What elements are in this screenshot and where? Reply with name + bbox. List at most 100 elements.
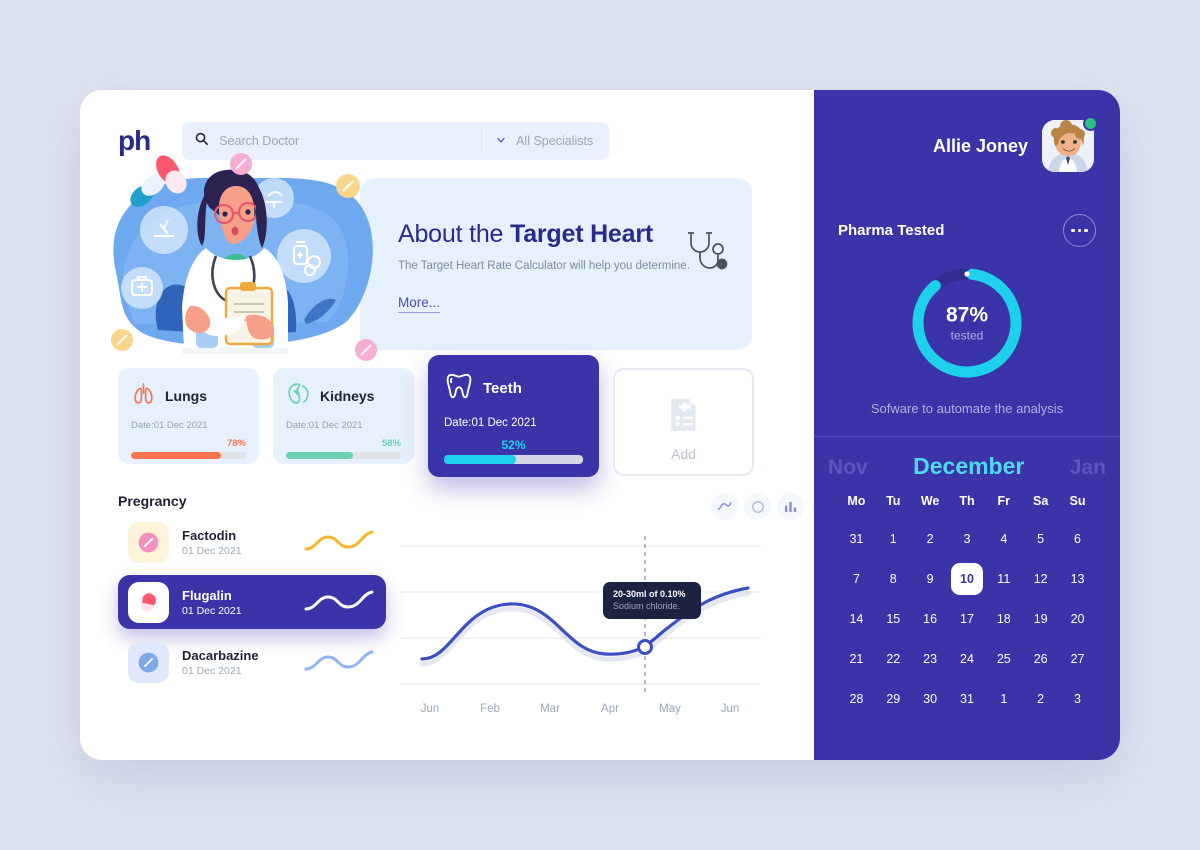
search-input[interactable] xyxy=(219,134,470,148)
calendar-day[interactable]: 2 xyxy=(1022,679,1059,719)
prescription-document-icon xyxy=(668,396,700,437)
calendar-day[interactable]: 7 xyxy=(838,559,875,599)
tooth-icon xyxy=(444,371,474,406)
calendar-day[interactable]: 24 xyxy=(949,639,986,679)
organ-progress-bar xyxy=(444,455,583,464)
ellipsis-icon[interactable] xyxy=(1063,214,1096,247)
calendar-day[interactable]: 27 xyxy=(1059,639,1096,679)
specialists-filter-label: All Specialists xyxy=(516,134,594,148)
stethoscope-icon xyxy=(688,232,728,270)
calendar-day[interactable]: 19 xyxy=(1022,599,1059,639)
doctor-illustration xyxy=(111,153,377,361)
organ-card-kidneys[interactable]: Kidneys Date:01 Dec 2021 58% xyxy=(273,368,414,464)
lungs-icon xyxy=(131,381,156,411)
calendar-day[interactable]: 2 xyxy=(912,519,949,559)
add-record-label: Add xyxy=(671,445,696,462)
organ-date: Date:01 Dec 2021 xyxy=(131,420,208,431)
calendar-day[interactable]: 26 xyxy=(1022,639,1059,679)
bar-chart-toggle[interactable] xyxy=(777,493,804,520)
medication-name: Factodin xyxy=(182,527,237,543)
list-item[interactable]: Dacarbazine 01 Dec 2021 xyxy=(118,635,386,689)
organ-name: Kidneys xyxy=(320,388,375,404)
calendar-day[interactable]: 22 xyxy=(875,639,912,679)
medication-name: Dacarbazine xyxy=(182,647,259,663)
calendar-day[interactable]: 8 xyxy=(875,559,912,599)
chevron-down-icon xyxy=(495,134,507,149)
calendar-day[interactable]: 18 xyxy=(985,599,1022,639)
calendar-day[interactable]: 4 xyxy=(985,519,1022,559)
donut-sublabel: tested xyxy=(950,328,984,343)
chart-section: 20-30ml of 0.10% Sodium chloride. Jun Fe… xyxy=(386,493,814,715)
hero-more-link[interactable]: More... xyxy=(398,295,441,313)
calendar-day[interactable]: 20 xyxy=(1059,599,1096,639)
calendar-day[interactable]: 11 xyxy=(985,559,1022,599)
side-panel: Allie Joney Pharma Tested 87% tested Sof… xyxy=(814,90,1120,760)
weekday-label: We xyxy=(920,494,940,508)
calendar-day[interactable]: 3 xyxy=(1059,679,1096,719)
chart-tooltip: 20-30ml of 0.10% Sodium chloride. xyxy=(603,582,701,619)
line-chart[interactable]: 20-30ml of 0.10% Sodium chloride. Jun Fe… xyxy=(400,528,760,715)
sparkline xyxy=(304,530,374,551)
calendar-day[interactable]: 15 xyxy=(875,599,912,639)
bottom-region: Pregrancy Factodin 01 Dec 2021 Flugalin … xyxy=(80,477,814,715)
x-tick-label: Feb xyxy=(480,703,500,715)
medication-date: 01 Dec 2021 xyxy=(182,544,242,557)
weekday-label: Mo xyxy=(847,494,866,508)
calendar-day[interactable]: 30 xyxy=(912,679,949,719)
calendar-week-row: 7 8 9 10 11 12 13 xyxy=(838,559,1096,599)
calendar-day[interactable]: 6 xyxy=(1059,519,1096,559)
organ-date: Date:01 Dec 2021 xyxy=(286,420,363,431)
calendar-grid: Mo Tu We Th Fr Sa Su 31 1 2 3 4 5 6 7 8 … xyxy=(838,494,1096,719)
list-item[interactable]: Flugalin 01 Dec 2021 xyxy=(118,575,386,629)
chart-toggle-group xyxy=(400,493,814,520)
donut-chart: 87% tested xyxy=(814,263,1120,383)
calendar-day[interactable]: 31 xyxy=(838,519,875,559)
organ-name: Lungs xyxy=(165,388,207,404)
panel-caption: Sofware to automate the analysis xyxy=(870,401,1064,416)
calendar-day-selected[interactable]: 10 xyxy=(949,559,986,599)
list-item[interactable]: Factodin 01 Dec 2021 xyxy=(118,515,386,569)
organ-card-teeth[interactable]: Teeth Date:01 Dec 2021 52% xyxy=(428,355,599,477)
donut-chart-toggle[interactable] xyxy=(744,493,771,520)
line-chart-toggle[interactable] xyxy=(711,493,738,520)
calendar-day[interactable]: 29 xyxy=(875,679,912,719)
kidneys-icon xyxy=(286,381,311,411)
calendar-day[interactable]: 5 xyxy=(1022,519,1059,559)
weekday-label: Fr xyxy=(997,494,1011,508)
add-record-card[interactable]: Add xyxy=(613,368,754,476)
calendar-day[interactable]: 28 xyxy=(838,679,875,719)
avatar[interactable] xyxy=(1042,116,1098,172)
sparkline xyxy=(304,650,374,671)
calendar-day[interactable]: 14 xyxy=(838,599,875,639)
x-tick-label: May xyxy=(659,703,681,715)
calendar-day[interactable]: 16 xyxy=(912,599,949,639)
user-header: Allie Joney xyxy=(814,90,1120,172)
specialists-filter[interactable]: All Specialists xyxy=(482,122,609,160)
organ-percent: 78% xyxy=(226,438,246,449)
x-tick-label: Jun xyxy=(420,703,440,715)
weekday-label: Su xyxy=(1069,494,1086,508)
next-month-button[interactable]: Jan xyxy=(1070,456,1106,480)
calendar-day[interactable]: 23 xyxy=(912,639,949,679)
calendar-day[interactable]: 25 xyxy=(985,639,1022,679)
calendar-day[interactable]: 12 xyxy=(1022,559,1059,599)
organ-card-lungs[interactable]: Lungs Date:01 Dec 2021 78% xyxy=(118,368,259,464)
calendar-day[interactable]: 1 xyxy=(875,519,912,559)
calendar-week-row: 28 29 30 31 1 2 3 xyxy=(838,679,1096,719)
calendar-week-row: 31 1 2 3 4 5 6 xyxy=(838,519,1096,559)
prev-month-button[interactable]: Nov xyxy=(828,456,868,480)
medication-list: Pregrancy Factodin 01 Dec 2021 Flugalin … xyxy=(118,493,386,709)
calendar-day[interactable]: 1 xyxy=(985,679,1022,719)
calendar-day[interactable]: 3 xyxy=(949,519,986,559)
weekday-label: Tu xyxy=(886,494,901,508)
chart-x-axis: Jun Feb Mar Apr May Jun xyxy=(400,703,760,715)
calendar-day[interactable]: 31 xyxy=(949,679,986,719)
calendar-day[interactable]: 17 xyxy=(949,599,986,639)
calendar-day[interactable]: 13 xyxy=(1059,559,1096,599)
calendar-day[interactable]: 21 xyxy=(838,639,875,679)
pharma-tested-header: Pharma Tested xyxy=(814,172,1120,247)
calendar-day[interactable]: 9 xyxy=(912,559,949,599)
pill-icon xyxy=(138,532,159,552)
chart-gridlines xyxy=(400,545,760,685)
search-icon xyxy=(194,131,209,151)
